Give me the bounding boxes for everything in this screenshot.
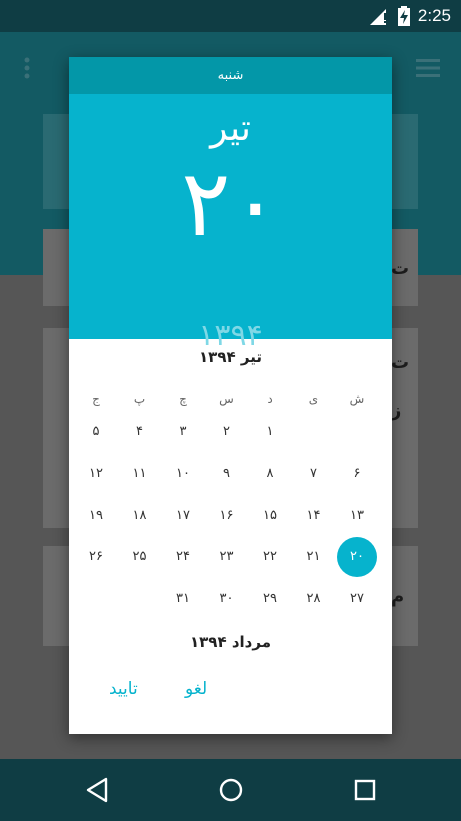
- weekday-label: ی: [308, 392, 319, 406]
- calendar-day[interactable]: ۸: [250, 454, 290, 494]
- calendar-day[interactable]: ۱۷: [163, 496, 203, 536]
- calendar-day[interactable]: ۲۲: [250, 537, 290, 577]
- background-text: م: [391, 586, 405, 607]
- hamburger-menu-icon[interactable]: [416, 58, 440, 82]
- weekday-label: ش: [349, 392, 365, 406]
- signal-icon: [370, 7, 388, 29]
- calendar-day[interactable]: ۲۸: [294, 579, 334, 619]
- calendar-day[interactable]: ۲۶: [76, 537, 116, 577]
- calendar-day[interactable]: ۲۱: [294, 537, 334, 577]
- calendar-day[interactable]: ۲۳: [207, 537, 247, 577]
- calendar-day[interactable]: ۲: [207, 412, 247, 452]
- calendar-day[interactable]: ۱: [250, 412, 290, 452]
- calendar-day[interactable]: ۲۵: [120, 537, 160, 577]
- month-title: تیر ۱۳۹۴: [199, 348, 262, 366]
- calendar-day[interactable]: ۴: [120, 412, 160, 452]
- back-icon[interactable]: [82, 775, 112, 805]
- calendar-day[interactable]: ۱۶: [207, 496, 247, 536]
- next-month-title: مرداد ۱۳۹۴: [189, 633, 271, 651]
- selected-day[interactable]: ۲۰: [337, 537, 377, 578]
- cancel-button[interactable]: لغو: [185, 679, 207, 699]
- date-header: تیر ۲۰ ۱۳۹۴: [69, 94, 392, 353]
- calendar-day[interactable]: ۷: [294, 454, 334, 494]
- calendar-day[interactable]: ۲۹: [250, 579, 290, 619]
- calendar-day[interactable]: ۱۴: [294, 496, 334, 536]
- calendar-day[interactable]: ۱۸: [120, 496, 160, 536]
- calendar-day[interactable]: ۱۱: [120, 454, 160, 494]
- calendar-day[interactable]: ۱۳: [337, 496, 377, 536]
- calendar-day[interactable]: ۱۲: [76, 454, 116, 494]
- date-picker-dialog: شنبه تیر ۲۰ ۱۳۹۴ تیر ۱۳۹۴ شیدسچپج۱۲۳۴۵۶۷…: [69, 57, 392, 734]
- calendar-day[interactable]: ۶: [337, 454, 377, 494]
- background-text: ز: [391, 400, 402, 421]
- background-text: ت: [391, 352, 410, 373]
- calendar-day[interactable]: ۲۴: [163, 537, 203, 577]
- navigation-bar: [0, 759, 461, 821]
- confirm-button[interactable]: تایید: [109, 679, 138, 699]
- calendar-day[interactable]: ۱۹: [76, 496, 116, 536]
- calendar-day[interactable]: ۳: [163, 412, 203, 452]
- calendar-day[interactable]: ۱۰: [163, 454, 203, 494]
- status-bar: 2:25: [0, 0, 461, 32]
- status-time: 2:25: [417, 6, 451, 25]
- calendar-day[interactable]: ۱۵: [250, 496, 290, 536]
- home-icon[interactable]: [216, 775, 246, 805]
- calendar-day[interactable]: ۳۰: [207, 579, 247, 619]
- battery-charging-icon: [398, 6, 410, 30]
- recents-icon[interactable]: [350, 775, 380, 805]
- header-month[interactable]: تیر: [69, 108, 392, 149]
- overflow-menu-icon[interactable]: [22, 57, 32, 83]
- calendar-day[interactable]: ۵: [76, 412, 116, 452]
- calendar-day[interactable]: ۳۱: [163, 579, 203, 619]
- header-day[interactable]: ۲۰: [69, 152, 392, 256]
- calendar-day[interactable]: ۹: [207, 454, 247, 494]
- selected-weekday: شنبه: [69, 57, 392, 94]
- calendar-day[interactable]: ۲۷: [337, 579, 377, 619]
- background-text: ت: [391, 258, 410, 279]
